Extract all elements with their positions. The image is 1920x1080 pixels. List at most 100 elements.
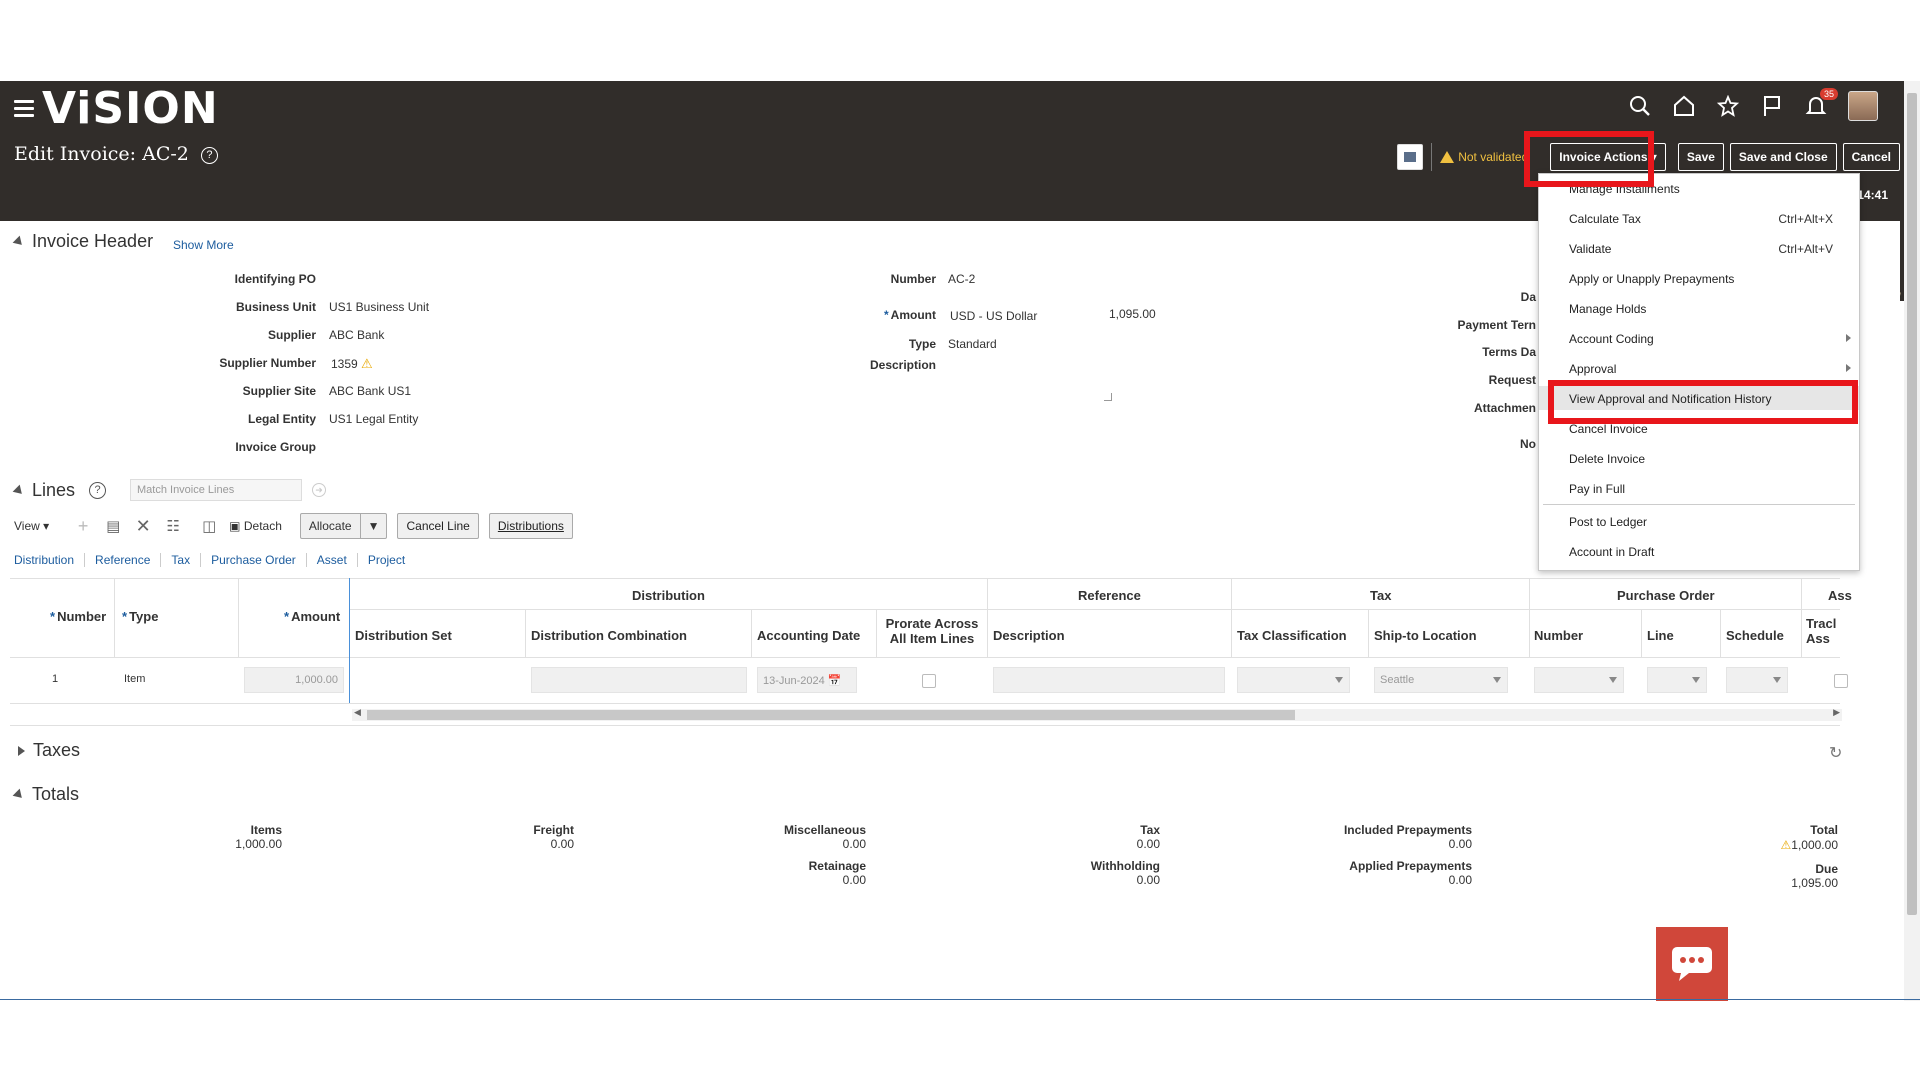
tab-tax[interactable]: Tax [161, 553, 202, 567]
show-more-link[interactable]: Show More [173, 238, 234, 252]
tab-purchase-order[interactable]: Purchase Order [201, 553, 307, 567]
help-icon[interactable]: ? [200, 147, 218, 164]
user-avatar[interactable] [1848, 91, 1878, 121]
warning-icon[interactable]: ⚠ [1781, 838, 1792, 852]
delete-icon[interactable]: ✕ [133, 516, 153, 536]
distributions-button[interactable]: Distributions [488, 513, 573, 539]
tab-asset[interactable]: Asset [307, 553, 358, 567]
format-icon[interactable]: ☷ [163, 516, 183, 536]
bell-alert-icon[interactable]: ⚠ [361, 356, 373, 371]
chat-button[interactable] [1656, 927, 1728, 1001]
menu-item-delete-invoice[interactable]: Delete Invoice [1539, 446, 1859, 470]
star-icon[interactable] [1716, 94, 1740, 118]
panel-toggle-button[interactable] [1397, 144, 1424, 170]
submenu-arrow-icon [1846, 364, 1851, 372]
bell-icon[interactable]: 35 [1804, 88, 1838, 118]
schedule-select[interactable] [1726, 667, 1788, 693]
totals-section-title[interactable]: Totals [12, 784, 79, 805]
help-icon[interactable]: ? [89, 482, 107, 499]
po-number-select[interactable] [1534, 667, 1624, 693]
save-button[interactable]: Save [1677, 143, 1724, 171]
description-field[interactable] [948, 361, 1114, 403]
chevron-down-icon[interactable]: ▼ [359, 514, 387, 538]
menu-item-post-to-ledger[interactable]: Post to Ledger [1539, 509, 1859, 533]
description-label: Description [869, 358, 936, 372]
menu-item-pay-in-full[interactable]: Pay in Full [1539, 476, 1859, 500]
menu-item-approval[interactable]: Approval [1539, 356, 1859, 380]
scroll-right-icon[interactable]: ▶ [1833, 707, 1840, 718]
calendar-icon[interactable]: 📅 [828, 675, 842, 687]
amount-value[interactable]: 1,095.00 [1109, 307, 1156, 321]
column-track-asset[interactable]: Tracl Ass [1806, 616, 1840, 646]
column-ship-to-location[interactable]: Ship-to Location [1374, 628, 1477, 643]
business-unit-label: Business Unit [235, 300, 316, 314]
flag-icon[interactable] [1760, 94, 1784, 118]
column-type[interactable]: * Type [122, 609, 158, 624]
distribution-set-field[interactable] [355, 667, 519, 693]
tax-classification-select[interactable] [1237, 667, 1350, 693]
scrollbar-thumb[interactable] [1907, 93, 1917, 915]
menu-item-validate[interactable]: Validate Ctrl+Alt+V [1539, 236, 1859, 260]
cancel-button[interactable]: Cancel [1842, 143, 1900, 171]
search-icon[interactable] [1628, 94, 1652, 118]
scrollbar-thumb[interactable] [367, 710, 1295, 720]
scroll-left-icon[interactable]: ◀ [354, 707, 361, 718]
add-icon[interactable]: + [73, 516, 93, 536]
divider [1368, 609, 1369, 657]
cancel-line-button[interactable]: Cancel Line [397, 513, 479, 539]
menu-item-calculate-tax[interactable]: Calculate Tax Ctrl+Alt+X [1539, 206, 1859, 230]
collapse-icon [12, 484, 26, 497]
vertical-scrollbar[interactable] [1904, 81, 1920, 1001]
detach-button[interactable]: ▣ Detach [229, 519, 282, 533]
menu-item-account-in-draft[interactable]: Account in Draft [1539, 539, 1859, 563]
menu-icon[interactable] [14, 100, 34, 117]
lines-section-title[interactable]: Lines ? [12, 480, 107, 501]
chevron-down-icon [1493, 677, 1501, 683]
menu-item-apply-prepayments[interactable]: Apply or Unapply Prepayments [1539, 266, 1859, 290]
column-amount[interactable]: * Amount [284, 609, 340, 624]
panel-icon [1404, 152, 1417, 162]
description-field[interactable] [993, 667, 1225, 693]
taxes-section-title[interactable]: Taxes [18, 740, 80, 761]
prorate-checkbox[interactable] [922, 674, 936, 688]
save-and-close-button[interactable]: Save and Close [1729, 143, 1837, 171]
column-distribution-set[interactable]: Distribution Set [355, 628, 452, 643]
distribution-combination-field[interactable] [531, 667, 747, 693]
column-schedule[interactable]: Schedule [1726, 628, 1784, 643]
horizontal-scrollbar[interactable]: ◀ ▶ [352, 707, 1842, 721]
currency-value[interactable]: USD - US Dollar [950, 309, 1037, 323]
column-distribution-combination[interactable]: Distribution Combination [531, 628, 687, 643]
due-value: 1,095.00 [1791, 876, 1838, 890]
match-invoice-lines-select[interactable]: Match Invoice Lines [130, 479, 302, 501]
accounting-date-field[interactable]: 13-Jun-2024 📅 [757, 667, 857, 693]
column-tax-classification[interactable]: Tax Classification [1237, 628, 1347, 643]
go-icon[interactable]: ➜ [312, 483, 326, 497]
expand-icon [18, 745, 25, 756]
menu-item-manage-holds[interactable]: Manage Holds [1539, 296, 1859, 320]
track-asset-checkbox[interactable] [1834, 674, 1848, 688]
row-type[interactable]: Item [124, 673, 145, 685]
po-line-select[interactable] [1647, 667, 1707, 693]
resize-handle-icon[interactable] [1104, 393, 1112, 401]
menu-item-label: Account Coding [1569, 332, 1654, 346]
column-po-line[interactable]: Line [1647, 628, 1674, 643]
validation-status[interactable]: Not validated [1440, 150, 1528, 164]
allocate-button[interactable]: Allocate ▼ [299, 513, 388, 539]
column-number[interactable]: * Number [50, 609, 106, 624]
tab-reference[interactable]: Reference [85, 553, 162, 567]
home-icon[interactable] [1672, 94, 1696, 118]
ship-to-location-select[interactable]: Seattle [1374, 667, 1508, 693]
column-accounting-date[interactable]: Accounting Date [757, 628, 860, 643]
row-amount-field[interactable]: 1,000.00 [244, 667, 344, 693]
list-icon[interactable]: ▤ [103, 516, 123, 536]
tab-distribution[interactable]: Distribution [14, 553, 86, 567]
column-description[interactable]: Description [993, 628, 1065, 643]
tab-project[interactable]: Project [358, 553, 415, 567]
column-po-number[interactable]: Number [1534, 628, 1583, 643]
menu-item-account-coding[interactable]: Account Coding [1539, 326, 1859, 350]
refresh-icon[interactable]: ↻ [1829, 743, 1842, 763]
invoice-header-section-title[interactable]: Invoice Header [12, 231, 153, 252]
freeze-icon[interactable]: ◫ [199, 516, 219, 536]
view-menu[interactable]: View ▾ [14, 519, 49, 533]
column-prorate[interactable]: Prorate Across All Item Lines [882, 616, 982, 646]
